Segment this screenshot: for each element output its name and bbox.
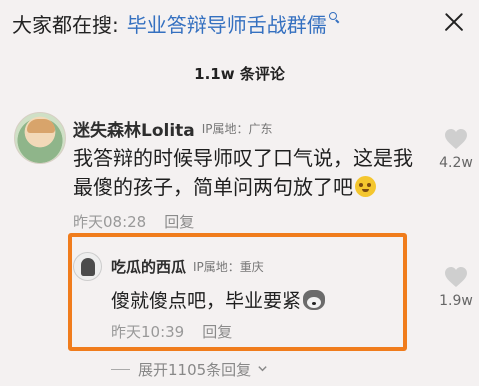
comment-panel: 大家都在搜: 毕业答辩导师舌战群儒 1.1w 条评论 迷失森林Lolita IP…: [0, 0, 479, 386]
reply-like-button[interactable]: 1.9w: [431, 266, 479, 309]
chevron-down-icon: [258, 366, 267, 372]
husky-emoji-icon: [303, 290, 326, 310]
reply-reply-button[interactable]: 回复: [202, 321, 232, 342]
heart-icon: [445, 129, 467, 149]
reply-avatar[interactable]: [73, 252, 102, 281]
divider: [111, 368, 130, 371]
like-button[interactable]: 4.2w: [431, 128, 479, 171]
reply-time: 昨天10:39: [111, 323, 185, 341]
comment-time: 昨天08:28: [73, 213, 147, 231]
search-icon: [328, 12, 340, 24]
reply-meta: 昨天10:39 回复: [111, 321, 232, 342]
reply-like-count: 1.9w: [439, 293, 473, 309]
comment-author: 迷失森林Lolita IP属地：广东: [73, 116, 273, 141]
reply-author: 吃瓜的西瓜 IP属地：重庆: [111, 256, 264, 277]
username[interactable]: 迷失森林Lolita: [73, 116, 195, 141]
reply-text[interactable]: 傻就傻点吧，毕业要紧: [111, 286, 326, 313]
avatar[interactable]: [14, 112, 66, 164]
search-prefix: 大家都在搜:: [12, 12, 119, 37]
close-icon[interactable]: [441, 9, 467, 35]
search-suggestion[interactable]: 大家都在搜: 毕业答辩导师舌战群儒: [12, 9, 432, 37]
comment-count: 1.1w 条评论: [194, 65, 285, 83]
ip-location: IP属地：广东: [201, 122, 273, 136]
comment-text[interactable]: 我答辩的时候导师叹了口气说，这是我最傻的孩子，简单问两句放了吧: [73, 144, 413, 202]
comment-meta: 昨天08:28 回复: [73, 211, 194, 232]
heart-icon: [445, 267, 467, 287]
expand-label: 展开1105条回复: [138, 361, 252, 379]
reply-body: 傻就傻点吧，毕业要紧: [111, 290, 302, 312]
reply-button[interactable]: 回复: [164, 211, 194, 232]
expand-replies-button[interactable]: 展开1105条回复: [111, 359, 268, 380]
search-query-link[interactable]: 毕业答辩导师舌战群儒: [127, 9, 327, 38]
blush-emoji-icon: [355, 176, 376, 197]
reply-ip-location: IP属地：重庆: [193, 260, 264, 274]
reply-username[interactable]: 吃瓜的西瓜: [111, 256, 186, 277]
like-count: 4.2w: [439, 155, 473, 171]
